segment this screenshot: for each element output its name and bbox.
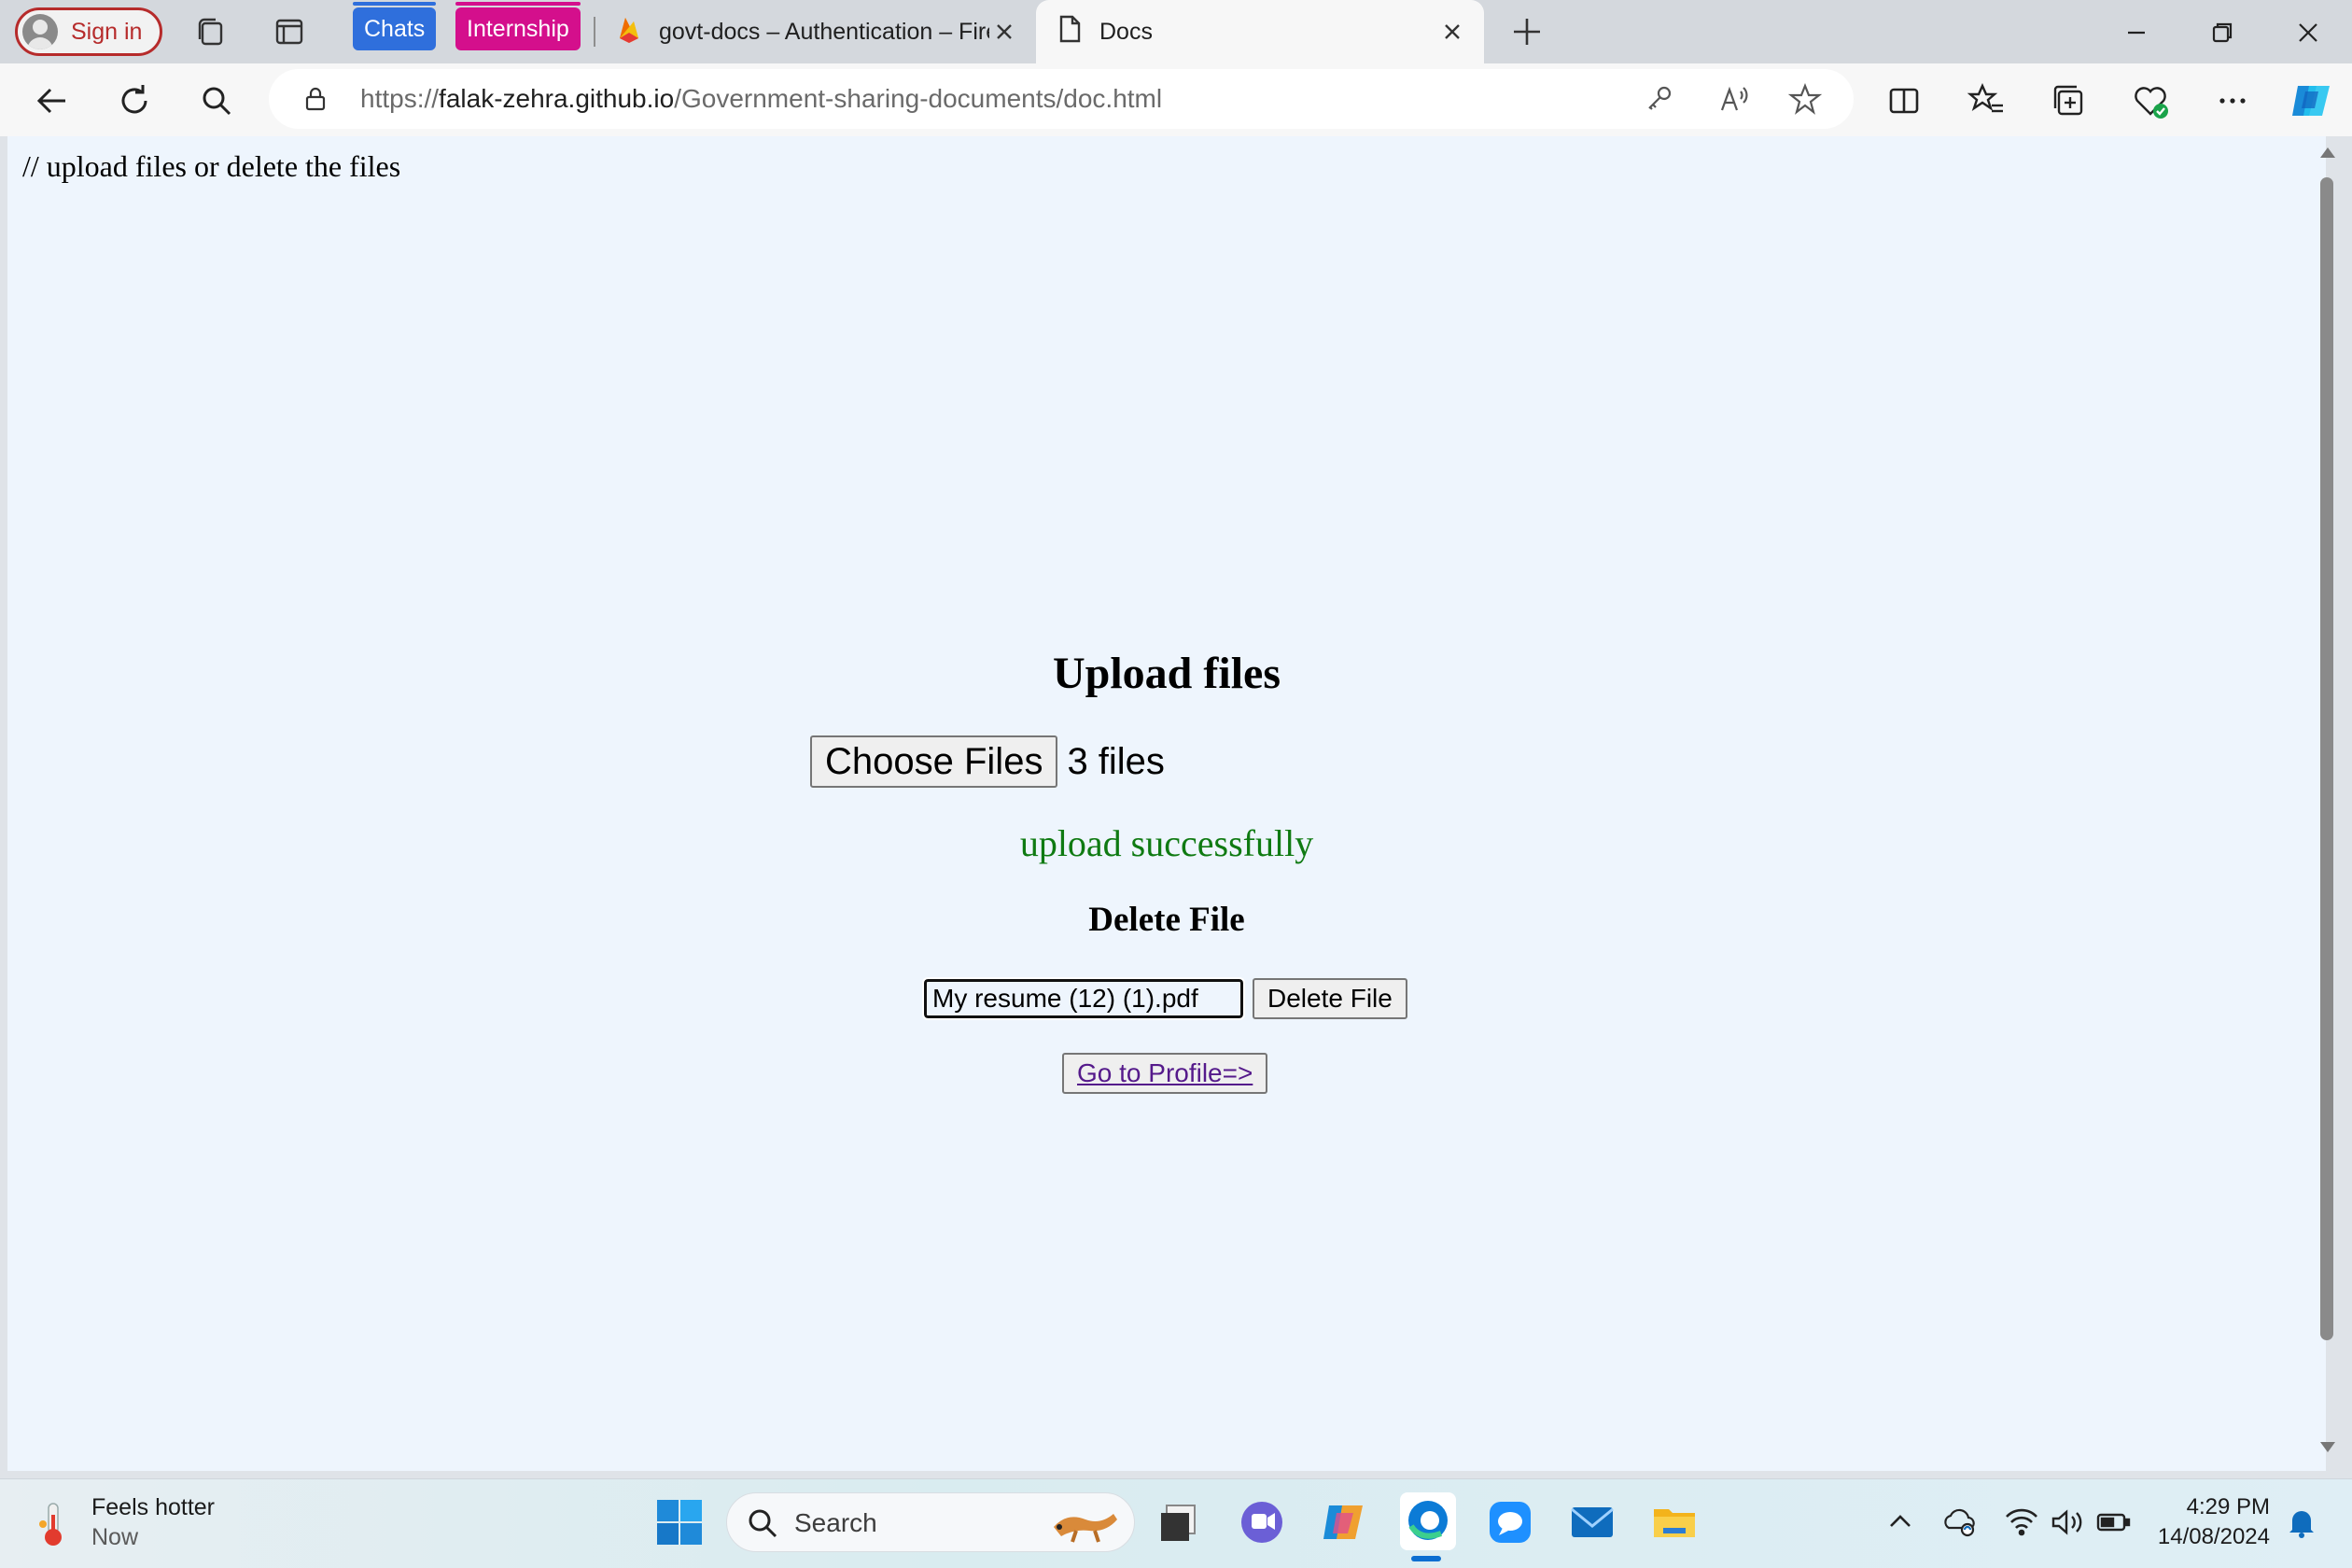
go-to-profile-link[interactable]: Go to Profile=> [1062, 1053, 1268, 1094]
browser-toolbar: https://falak-zehra.github.io/Government… [0, 63, 2352, 136]
task-view-icon[interactable] [1154, 1496, 1206, 1548]
tab-group-internship[interactable]: Internship [455, 2, 581, 50]
favorite-star-icon[interactable] [1787, 82, 1823, 116]
vertical-tabs-icon[interactable] [271, 13, 308, 50]
delete-file-row: My resume (12) (1).pdf Delete File [922, 977, 1407, 1020]
clock-time[interactable]: 4:29 PM [2124, 1494, 2270, 1520]
collections-icon[interactable] [2048, 80, 2089, 121]
tab-group-label: Internship [467, 15, 569, 42]
sign-in-label: Sign in [71, 18, 143, 45]
tab-strip: Sign in Chats Internship govt-docs – Aut… [0, 0, 2352, 63]
wifi-icon[interactable] [2001, 1496, 2042, 1548]
thermometer-icon[interactable] [34, 1496, 75, 1552]
scroll-up-arrow-icon[interactable] [2317, 142, 2339, 164]
clock-date[interactable]: 14/08/2024 [2124, 1524, 2270, 1550]
restore-icon[interactable] [2203, 13, 2242, 52]
delete-file-input[interactable]: My resume (12) (1).pdf [922, 977, 1245, 1020]
lock-icon[interactable] [302, 86, 329, 112]
read-aloud-icon[interactable] [1717, 82, 1751, 116]
url-path: /Government-sharing-documents/doc.html [674, 84, 1163, 113]
close-tab-icon[interactable] [989, 17, 1019, 47]
scrollbar-thumb[interactable] [2320, 177, 2333, 1340]
show-hidden-icons-icon[interactable] [1882, 1496, 1919, 1548]
file-input[interactable]: Choose Files 3 files [810, 735, 1165, 788]
search-highlight-gecko-icon [1048, 1499, 1123, 1552]
tab-group-chats[interactable]: Chats [353, 2, 437, 50]
back-icon[interactable] [32, 80, 73, 121]
url-host: falak-zehra.github.io [439, 84, 675, 113]
scroll-down-arrow-icon[interactable] [2317, 1435, 2339, 1458]
tab-docs[interactable]: Docs [1036, 0, 1484, 63]
close-window-icon[interactable] [2289, 13, 2328, 52]
active-app-indicator [1411, 1556, 1441, 1561]
tab-group-label: Chats [364, 15, 426, 42]
search-label: Search [794, 1508, 877, 1537]
workspaces-icon[interactable] [192, 13, 230, 50]
firebase-icon [616, 14, 642, 50]
taskbar: Feels hotter Now Search 4:29 PM 14/08/20… [0, 1478, 2352, 1568]
delete-file-button[interactable]: Delete File [1253, 978, 1407, 1019]
tab-separator [594, 17, 595, 47]
windows-start-icon[interactable] [653, 1496, 706, 1548]
taskbar-search-box[interactable]: Search [726, 1492, 1135, 1552]
weather-title[interactable]: Feels hotter [91, 1494, 215, 1521]
close-tab-icon[interactable] [1437, 17, 1467, 47]
favorites-icon[interactable] [1966, 80, 2007, 121]
page-viewport: // upload files or delete the files Uplo… [7, 136, 2326, 1471]
delete-heading: Delete File [1088, 901, 1245, 939]
file-count: 3 files [1067, 740, 1165, 782]
onedrive-sync-icon[interactable] [1939, 1496, 1981, 1548]
page-comment: // upload files or delete the files [22, 149, 401, 183]
minimize-icon[interactable] [2117, 13, 2156, 52]
profile-avatar-icon [22, 14, 58, 49]
url-prefix: https:// [360, 84, 440, 113]
more-options-icon[interactable] [2212, 80, 2253, 121]
sign-in-button[interactable]: Sign in [15, 7, 162, 56]
weather-subtitle: Now [91, 1524, 139, 1550]
file-explorer-icon[interactable] [1648, 1496, 1701, 1548]
copilot-icon[interactable] [2289, 80, 2330, 121]
mail-icon[interactable] [1566, 1496, 1618, 1548]
split-screen-icon[interactable] [1883, 80, 1925, 121]
page-icon [1057, 14, 1083, 50]
teams-chat-icon[interactable] [1236, 1496, 1288, 1548]
notification-bell-icon[interactable] [2283, 1496, 2320, 1548]
upload-status-message: upload successfully [1019, 822, 1314, 864]
messaging-app-icon[interactable] [1484, 1496, 1536, 1548]
volume-icon[interactable] [2048, 1496, 2089, 1548]
choose-files-button[interactable]: Choose Files [810, 735, 1058, 788]
refresh-icon[interactable] [114, 80, 155, 121]
browser-essentials-icon[interactable] [2130, 80, 2171, 121]
search-icon [744, 1505, 781, 1547]
tab-govt-docs[interactable]: govt-docs – Authentication – Fire [605, 0, 1036, 63]
key-icon[interactable] [1643, 82, 1676, 116]
edge-browser-icon[interactable] [1400, 1492, 1456, 1550]
new-tab-icon[interactable] [1508, 13, 1546, 50]
url-text: https://falak-zehra.github.io/Government… [360, 84, 1162, 114]
tab-title: govt-docs – Authentication – Fire [659, 18, 989, 45]
copilot-taskbar-icon[interactable] [1318, 1496, 1370, 1548]
tab-title: Docs [1099, 18, 1153, 45]
search-icon[interactable] [196, 80, 237, 121]
upload-heading: Upload files [1052, 649, 1281, 698]
address-bar[interactable]: https://falak-zehra.github.io/Government… [269, 69, 1854, 129]
